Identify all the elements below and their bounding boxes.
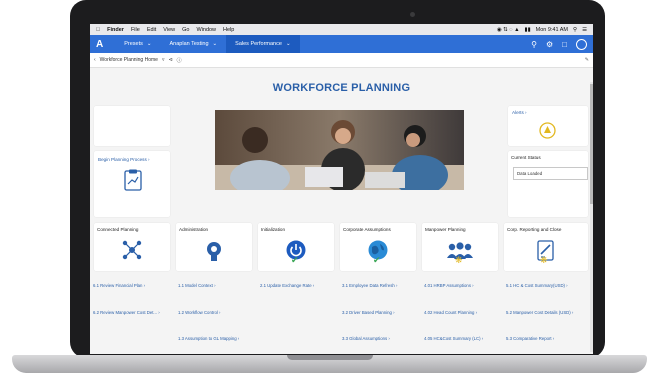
back-icon[interactable]: ‹ (94, 57, 96, 63)
clipboard-icon (124, 169, 142, 191)
mac-menubar:  Finder File Edit View Go Window Help ◉… (90, 24, 593, 35)
menu-window[interactable]: Window (196, 27, 216, 33)
tile-alerts[interactable]: Alerts › (508, 106, 588, 146)
menu-help[interactable]: Help (223, 27, 234, 33)
link-driver-based-planning[interactable]: 3.2 Driver Based Planning › (342, 310, 395, 315)
nav-tab-label: Anaplan Testing (169, 41, 209, 47)
avatar[interactable] (576, 38, 587, 50)
chevron-down-icon: ⌄ (146, 41, 152, 47)
hero-photo (215, 110, 464, 190)
admin-gear-icon (207, 242, 221, 261)
scrollbar-thumb[interactable] (590, 84, 593, 204)
share-icon[interactable]: ⊲ (168, 57, 172, 63)
link-review-financial-plan[interactable]: 6.1 Review Financial Plan › (93, 283, 145, 288)
screen:  Finder File Edit View Go Window Help ◉… (90, 24, 593, 354)
tile-current-status: Current Status Data Loaded (508, 151, 588, 217)
battery-icon[interactable]: ▮▮ (525, 27, 531, 33)
menu-go[interactable]: Go (182, 27, 189, 33)
search-icon[interactable]: ⚲ (573, 27, 577, 33)
link-workflow-control[interactable]: 1.2 Workflow Control › (178, 310, 220, 315)
nav-tab-anaplan-testing[interactable]: Anaplan Testing ⌄ (161, 35, 227, 53)
in-progress-icon: ❋ (455, 255, 463, 265)
link-manpower-cost-details-usd[interactable]: 5.2 Manpower Cost Details (USD) › (506, 310, 573, 315)
camera-dot (410, 12, 415, 17)
nav-tab-label: Presets (124, 41, 143, 47)
tile-begin-planning[interactable]: Begin Planning Process › (94, 151, 170, 217)
nav-tab-sales-performance[interactable]: Sales Performance ⌄ (226, 35, 300, 53)
link-comparative-report[interactable]: 5.3 Comparative Report › (506, 336, 554, 341)
link-model-context[interactable]: 1.1 Model Context › (178, 283, 216, 288)
tile-blank-top (94, 106, 170, 146)
link-hrbp-assumptions[interactable]: 4.01 HRBP Assumptions › (424, 283, 474, 288)
search-icon[interactable]: ⚲ (531, 40, 537, 49)
app-logo[interactable]: A (96, 39, 103, 50)
menu-view[interactable]: View (163, 27, 175, 33)
apple-icon[interactable]:  (96, 27, 100, 33)
tile-label[interactable]: Alerts › (512, 110, 527, 115)
app-navbar: A Presets ⌄ Anaplan Testing ⌄ Sales Perf… (90, 35, 593, 53)
tile-label: Manpower Planning (425, 227, 466, 232)
clock[interactable]: Mon 9:41 AM (536, 27, 568, 33)
tile-label: Current Status (511, 155, 541, 160)
menu-app[interactable]: Finder (107, 27, 124, 33)
chevron-down-icon: ⌄ (212, 41, 218, 47)
laptop-notch (287, 355, 373, 360)
menu-edit[interactable]: Edit (147, 27, 156, 33)
tile-label[interactable]: Begin Planning Process › (98, 157, 150, 162)
people-photo (215, 110, 464, 190)
tile-label: Corp. Reporting and Close (507, 227, 562, 232)
tile-connected-planning[interactable]: Connected Planning (94, 223, 170, 271)
link-head-count-planning[interactable]: 4.02 Head Count Planning › (424, 310, 477, 315)
tile-label: Corporate Assumptions (343, 227, 391, 232)
link-global-assumptions[interactable]: 3.3 Global Assumptions › (342, 336, 390, 341)
check-icon: ✔ (373, 255, 381, 265)
edit-icon[interactable]: ✎ (585, 57, 589, 63)
link-hc-cost-summary-lc[interactable]: 4.05 HC&Cost Summary (LC) › (424, 336, 483, 341)
menu-list-icon[interactable]: ☰ (582, 27, 587, 33)
chevron-down-icon: ⌄ (285, 41, 291, 47)
link-review-manpower-cost[interactable]: 6.2 Review Manpower Cost Det... › (93, 310, 160, 315)
tile-label: Initialization (261, 227, 286, 232)
status-field[interactable]: Data Loaded (513, 167, 588, 180)
link-update-exchange-rate[interactable]: 2.1 Update Exchange Rate › (260, 283, 314, 288)
alert-icon (539, 122, 556, 139)
link-employee-data-refresh[interactable]: 3.1 Employee Data Refresh › (342, 283, 397, 288)
in-progress-icon: ❋ (540, 255, 548, 265)
link-hc-cost-summary-usd[interactable]: 5.1 HC & Cost Summary(USD) › (506, 283, 568, 288)
menu-file[interactable]: File (131, 27, 140, 33)
tile-label: Connected Planning (97, 227, 139, 232)
tile-label: Administration (179, 227, 209, 232)
network-icon (122, 240, 142, 260)
nav-tab-presets[interactable]: Presets ⌄ (115, 35, 160, 53)
help-icon[interactable]: □ (562, 40, 567, 49)
tile-administration[interactable]: Administration (176, 223, 252, 271)
breadcrumb: Workforce Planning Home (99, 57, 158, 63)
page-header: ‹ Workforce Planning Home ▿ ⊲ ⓘ ✎ (90, 53, 593, 68)
nav-tab-label: Sales Performance (235, 41, 282, 47)
page-title: WORKFORCE PLANNING (272, 82, 411, 94)
check-icon: ✔ (291, 255, 299, 265)
info-icon[interactable]: ⓘ (177, 57, 182, 64)
status-icons[interactable]: ◉ ⇅ ◌ ▲ (497, 27, 520, 33)
bell-icon[interactable]: ⚙ (546, 40, 553, 49)
dropdown-icon[interactable]: ▿ (162, 57, 165, 63)
link-assumption-gl-mapping[interactable]: 1.3 Assumption to GL Mapping › (178, 336, 239, 341)
